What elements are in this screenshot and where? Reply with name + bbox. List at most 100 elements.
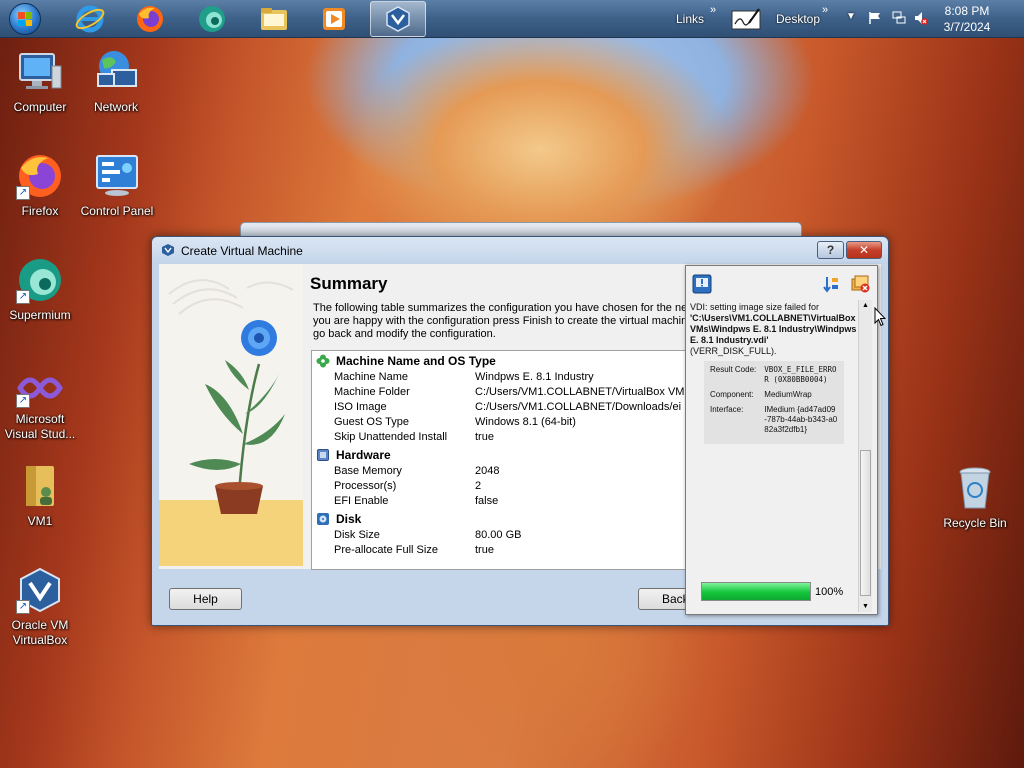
- row-value: Windpws E. 8.1 Industry: [475, 371, 594, 383]
- row-key: Guest OS Type: [334, 416, 410, 428]
- firefox-icon: [137, 6, 163, 32]
- recycle-bin-icon: [959, 467, 991, 509]
- network-tray-icon[interactable]: [892, 11, 906, 25]
- start-button[interactable]: [0, 1, 50, 37]
- taskbar-file-explorer[interactable]: [246, 1, 302, 37]
- desktop-icon-computer[interactable]: Computer: [0, 48, 80, 115]
- desktop-toolbar-label[interactable]: Desktop: [776, 12, 820, 26]
- disk-icon: [317, 512, 329, 525]
- table-row: Pre-allocate Full Size true: [312, 543, 690, 558]
- notification-center-popup: VDI: setting image size failed for 'C:\U…: [685, 265, 878, 615]
- shortcut-arrow-icon: ↗: [16, 600, 30, 614]
- taskbar-media-player[interactable]: [306, 1, 362, 37]
- section-title: Machine Name and OS Type: [336, 353, 496, 368]
- detail-row: Result Code: VBOX_E_FILE_ERROR (0X80BB00…: [710, 365, 838, 385]
- table-row: Disk Size 80.00 GB: [312, 528, 690, 543]
- help-button[interactable]: Help: [169, 588, 242, 610]
- network-icon: [97, 51, 137, 87]
- error-details: Result Code: VBOX_E_FILE_ERROR (0X80BB00…: [704, 361, 844, 444]
- taskbar-firefox[interactable]: [122, 1, 178, 37]
- scroll-up-arrow-icon[interactable]: ▲: [862, 302, 869, 309]
- desktop-icon-supermium[interactable]: ↗ Supermium: [0, 256, 80, 323]
- detail-row: Component: MediumWrap: [710, 390, 838, 400]
- user-folder-icon: [26, 466, 54, 506]
- summary-line: you are happy with the configuration pre…: [313, 315, 693, 327]
- detail-row: Interface: IMedium {ad47ad09-787b-44ab-b…: [710, 405, 838, 435]
- virtualbox-icon: [162, 244, 174, 256]
- desktop-icon-label: Recycle Bin: [943, 516, 1007, 530]
- media-player-icon: [323, 8, 345, 30]
- popup-scrollbar[interactable]: ▲ ▼: [858, 300, 872, 612]
- taskbar-signature-tool[interactable]: [726, 1, 766, 37]
- detail-key: Result Code:: [710, 365, 757, 374]
- taskbar-clock[interactable]: 8:08 PM 3/7/2024: [936, 3, 998, 35]
- summary-table[interactable]: Machine Name and OS Type Machine Name Win…: [311, 350, 691, 570]
- chip-icon: [317, 448, 329, 461]
- flower-illustration-icon: [159, 279, 303, 566]
- progress-fill: [702, 583, 810, 600]
- table-row: Machine Name Windpws E. 8.1 Industry: [312, 370, 690, 385]
- row-key: EFI Enable: [334, 495, 389, 507]
- detail-value: IMedium {ad47ad09-787b-44ab-b343-a082a3f…: [764, 405, 838, 434]
- summary-description: The following table summarizes the confi…: [313, 302, 693, 341]
- desktop-icon-vm1[interactable]: VM1: [0, 462, 80, 529]
- links-chevron-icon[interactable]: »: [710, 4, 716, 16]
- table-row: Machine Folder C:/Users/VM1.COLLABNET/Vir…: [312, 385, 690, 400]
- clear-notifications-icon[interactable]: [850, 274, 870, 294]
- message-info-icon[interactable]: [692, 274, 712, 294]
- table-row: Skip Unattended Install true: [312, 430, 690, 445]
- taskbar-virtualbox[interactable]: [370, 1, 426, 37]
- volume-muted-icon[interactable]: [914, 11, 928, 25]
- row-key: Pre-allocate Full Size: [334, 544, 438, 556]
- error-message: VDI: setting image size failed for 'C:\U…: [690, 302, 858, 592]
- desktop-icon-visual-studio[interactable]: ↗ Microsoft Visual Stud...: [0, 368, 80, 442]
- table-row: Processor(s) 2: [312, 479, 690, 494]
- desktop-icon-virtualbox[interactable]: ↗ Oracle VM VirtualBox: [0, 566, 80, 648]
- shortcut-arrow-icon: ↗: [16, 290, 30, 304]
- desktop-icon-label: Computer: [13, 100, 67, 114]
- error-file-path: 'C:\Users\VM1.COLLABNET\VirtualBox VMs\W…: [690, 313, 857, 345]
- title-close-button[interactable]: ✕: [846, 241, 882, 259]
- row-key: Base Memory: [334, 465, 402, 477]
- progress-percent: 100%: [815, 586, 844, 598]
- section-hardware: Hardware: [312, 445, 690, 464]
- wizard-illustration: [159, 264, 303, 566]
- sort-order-icon[interactable]: [821, 274, 841, 294]
- row-key: Disk Size: [334, 529, 380, 541]
- desktop-chevron-icon[interactable]: »: [822, 4, 828, 16]
- table-row: Guest OS Type Windows 8.1 (64-bit): [312, 415, 690, 430]
- scrollbar-thumb[interactable]: [860, 450, 871, 596]
- dialog-titlebar[interactable]: Create Virtual Machine ? ✕: [152, 237, 888, 264]
- scroll-down-arrow-icon[interactable]: ▼: [862, 603, 869, 610]
- table-row: Base Memory 2048: [312, 464, 690, 479]
- desktop-icon-control-panel[interactable]: Control Panel: [77, 152, 157, 219]
- table-row: ISO Image C:/Users/VM1.COLLABNET/Download…: [312, 400, 690, 415]
- action-center-flag-icon[interactable]: [868, 11, 882, 25]
- table-row: EFI Enable false: [312, 494, 690, 509]
- error-prefix: VDI: setting image size failed for: [690, 302, 820, 312]
- row-key: Machine Name: [334, 371, 408, 383]
- desktop-icon-recycle-bin[interactable]: Recycle Bin: [935, 464, 1015, 531]
- desktop-icon-firefox[interactable]: ↗ Firefox: [0, 152, 80, 219]
- row-value: C:/Users/VM1.COLLABNET/VirtualBox VM: [475, 386, 685, 398]
- detail-key: Component:: [710, 390, 754, 399]
- shortcut-arrow-icon: ↗: [16, 394, 30, 408]
- row-value: Windows 8.1 (64-bit): [475, 416, 576, 428]
- tray-expand-icon[interactable]: ▼: [846, 11, 856, 22]
- virtualbox-icon: [386, 6, 410, 32]
- summary-line: The following table summarizes the confi…: [313, 302, 693, 314]
- row-value: true: [475, 544, 494, 556]
- dialog-title: Create Virtual Machine: [181, 244, 303, 258]
- row-key: Processor(s): [334, 480, 397, 492]
- desktop-icon-label: Microsoft Visual Stud...: [4, 412, 76, 441]
- section-disk: Disk: [312, 509, 690, 528]
- links-toolbar-label[interactable]: Links: [676, 12, 704, 26]
- row-value: 80.00 GB: [475, 529, 522, 541]
- taskbar-internet-explorer[interactable]: [62, 1, 118, 37]
- operation-progress-bar: [701, 582, 811, 601]
- desktop-icon-network[interactable]: Network: [76, 48, 156, 115]
- taskbar: Links » Desktop » ▼ 8:08 PM 3/7/2024: [0, 0, 1024, 38]
- taskbar-supermium[interactable]: [184, 1, 240, 37]
- title-help-button[interactable]: ?: [817, 241, 844, 259]
- signature-pad-icon: [731, 8, 761, 30]
